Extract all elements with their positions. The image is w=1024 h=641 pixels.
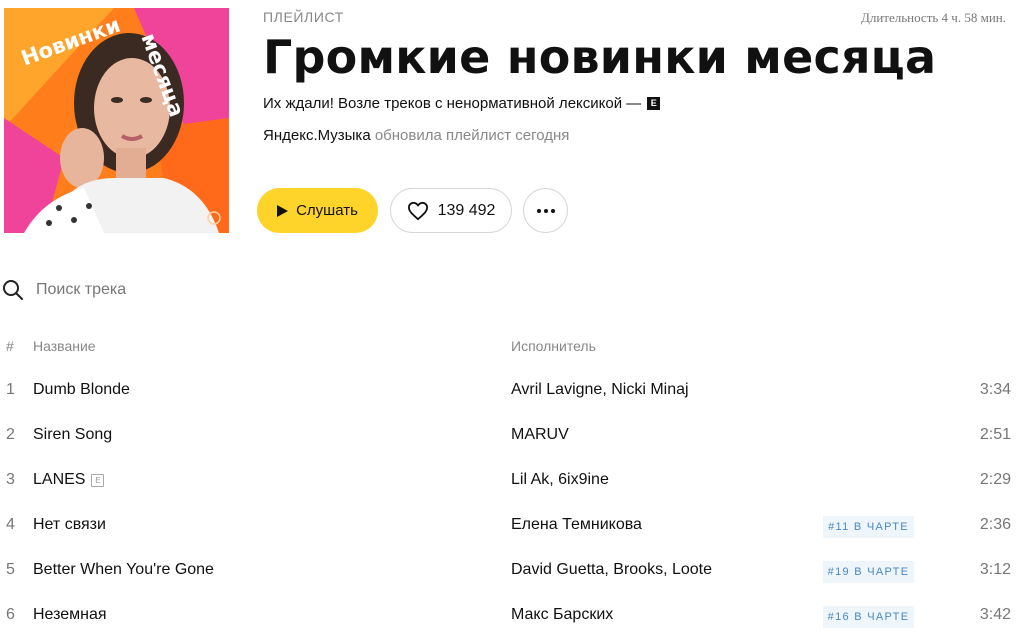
table-header: # Название Исполнитель <box>0 338 1024 356</box>
updated-text: обновила плейлист сегодня <box>374 127 570 144</box>
track-duration: 3:42 <box>979 606 1011 623</box>
track-artist[interactable]: Елена Темникова <box>511 516 642 534</box>
track-duration: 3:34 <box>979 381 1011 398</box>
search-input[interactable] <box>36 281 236 299</box>
table-row[interactable]: 3 LANES E Lil Ak, 6ix9ine 2:29 <box>0 458 1024 503</box>
explicit-badge: E <box>647 97 661 110</box>
track-duration: 2:36 <box>979 516 1011 533</box>
track-title-text: Нет связи <box>33 516 106 533</box>
track-title[interactable]: LANES E <box>33 471 105 489</box>
play-icon <box>277 204 289 217</box>
more-button[interactable] <box>523 188 568 233</box>
search-icon[interactable] <box>2 279 24 301</box>
track-duration: 3:12 <box>979 561 1011 578</box>
track-title-text: Siren Song <box>33 426 113 443</box>
chart-position-badge[interactable]: #19 В ЧАРТЕ <box>823 561 914 583</box>
playlist-updated: Яндекс.Музыка обновила плейлист сегодня <box>263 127 569 144</box>
track-artist[interactable]: Avril Lavigne, Nicki Minaj <box>511 381 689 399</box>
track-title-text: Dumb Blonde <box>33 381 130 398</box>
track-title[interactable]: Better When You're Gone <box>33 561 214 579</box>
track-artist[interactable]: David Guetta, Brooks, Loote <box>511 561 712 579</box>
description-text: Их ждали! Возле треков с ненормативной л… <box>263 95 642 112</box>
track-title[interactable]: Неземная <box>33 606 107 624</box>
table-row[interactable]: 4 Нет связи Елена Темникова #11 В ЧАРТЕ … <box>0 503 1024 548</box>
track-title-text: LANES <box>33 471 86 488</box>
chart-position-badge[interactable]: #11 В ЧАРТЕ <box>823 516 914 538</box>
table-row[interactable]: 2 Siren Song MARUV 2:51 <box>0 413 1024 458</box>
column-header-artist[interactable]: Исполнитель <box>511 338 596 354</box>
table-row[interactable]: 6 Неземная Макс Барских #16 В ЧАРТЕ 3:42 <box>0 593 1024 638</box>
track-number: 5 <box>6 561 15 578</box>
column-header-num: # <box>6 338 14 354</box>
like-button[interactable]: 139 492 <box>390 188 512 233</box>
table-row[interactable]: 5 Better When You're Gone David Guetta, … <box>0 548 1024 593</box>
more-dots-icon <box>536 208 555 213</box>
track-number: 6 <box>6 606 15 623</box>
table-row[interactable]: 1 Dumb Blonde Avril Lavigne, Nicki Minaj… <box>0 368 1024 413</box>
track-title-text: Неземная <box>33 606 107 623</box>
owner-link[interactable]: Яндекс.Музыка <box>263 127 371 144</box>
playlist-kind-label: ПЛЕЙЛИСТ <box>263 9 344 25</box>
track-duration: 2:51 <box>979 426 1011 443</box>
playlist-cover: Новинки месяца <box>4 8 229 233</box>
page-title: Громкие новинки месяца <box>263 30 937 84</box>
play-button-label: Слушать <box>296 202 358 219</box>
track-title-text: Better When You're Gone <box>33 561 214 578</box>
track-title[interactable]: Siren Song <box>33 426 112 444</box>
heart-icon <box>407 201 428 220</box>
play-button[interactable]: Слушать <box>257 188 378 233</box>
playlist-description: Их ждали! Возле треков с ненормативной л… <box>263 95 661 112</box>
column-header-name[interactable]: Название <box>33 338 96 354</box>
track-artist[interactable]: MARUV <box>511 426 569 444</box>
track-title[interactable]: Dumb Blonde <box>33 381 130 399</box>
track-duration: 2:29 <box>979 471 1011 488</box>
track-artist[interactable]: Lil Ak, 6ix9ine <box>511 471 609 489</box>
track-number: 4 <box>6 516 15 533</box>
track-search <box>0 276 260 304</box>
track-number: 3 <box>6 471 15 488</box>
likes-count: 139 492 <box>437 201 496 219</box>
track-artist[interactable]: Макс Барских <box>511 606 613 624</box>
chart-position-badge[interactable]: #16 В ЧАРТЕ <box>823 606 914 628</box>
track-number: 1 <box>6 381 15 398</box>
playlist-duration: Длительность 4 ч. 58 мин. <box>860 10 1006 25</box>
track-number: 2 <box>6 426 15 443</box>
explicit-badge: E <box>91 473 105 487</box>
track-title[interactable]: Нет связи <box>33 516 106 534</box>
